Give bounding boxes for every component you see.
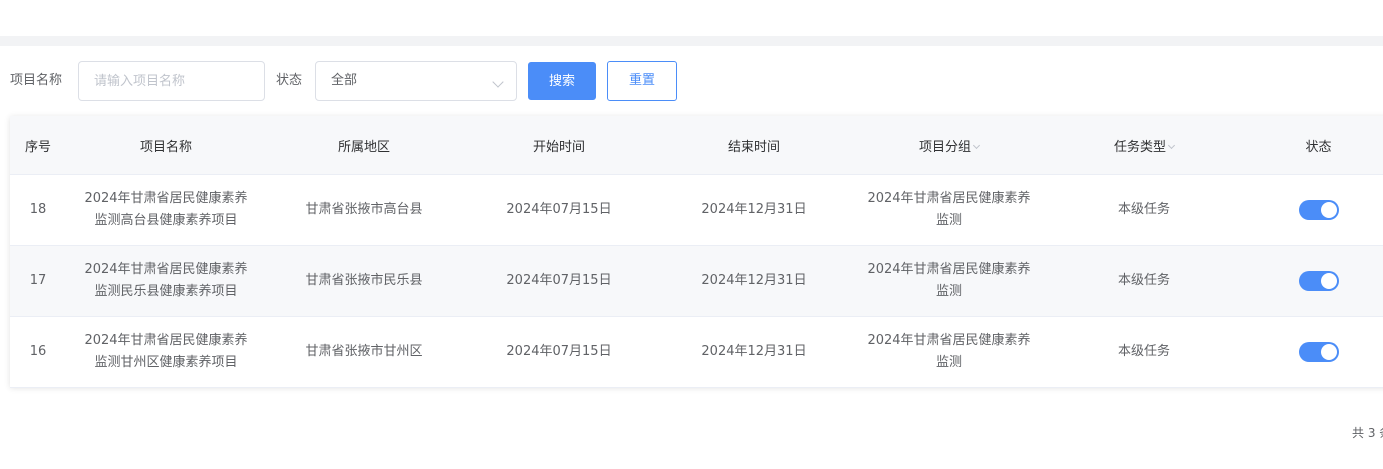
cell-end-time: 2024年12月31日 — [656, 316, 852, 388]
cell-task-type: 本级任务 — [1046, 174, 1242, 246]
cell-status — [1242, 174, 1383, 246]
toggle-knob — [1320, 201, 1337, 218]
project-group-line: 2024年甘肃省居民健康素养 — [867, 191, 1031, 206]
search-button[interactable]: 搜索 — [528, 62, 596, 100]
cell-index: 17 — [10, 245, 66, 317]
status-toggle[interactable] — [1298, 199, 1339, 220]
cell-project-name: 2024年甘肃省居民健康素养 监测民乐县健康素养项目 — [66, 245, 266, 317]
cell-start-time: 2024年07月15日 — [462, 245, 656, 317]
chevron-down-icon — [972, 141, 981, 149]
cell-start-time: 2024年07月15日 — [462, 174, 656, 246]
project-name-line: 2024年甘肃省居民健康素养 — [84, 333, 248, 348]
project-group-line: 2024年甘肃省居民健康素养 — [867, 262, 1031, 277]
project-group-line: 2024年甘肃省居民健康素养 — [867, 333, 1031, 348]
cell-project-name: 2024年甘肃省居民健康素养 监测甘州区健康素养项目 — [66, 316, 266, 388]
reset-button[interactable]: 重置 — [607, 61, 677, 101]
project-name-line: 监测民乐县健康素养项目 — [94, 284, 238, 299]
chevron-down-icon — [492, 76, 504, 88]
project-group-line: 监测 — [935, 213, 962, 228]
cell-region: 甘肃省张掖市高台县 — [266, 174, 462, 246]
project-name-input[interactable] — [94, 62, 254, 100]
table-row: 18 2024年甘肃省居民健康素养 监测高台县健康素养项目 甘肃省张掖市高台县 2… — [10, 174, 1383, 246]
header-end-time: 结束时间 — [656, 116, 852, 175]
project-name-line: 2024年甘肃省居民健康素养 — [84, 191, 248, 206]
status-select-value: 全部 — [331, 73, 358, 88]
project-name-line: 监测高台县健康素养项目 — [94, 213, 238, 228]
cell-task-type: 本级任务 — [1046, 245, 1242, 317]
project-group-line: 监测 — [935, 355, 962, 370]
cell-project-name: 2024年甘肃省居民健康素养 监测高台县健康素养项目 — [66, 174, 266, 246]
cell-project-group: 2024年甘肃省居民健康素养 监测 — [852, 316, 1046, 388]
header-task-type-label: 任务类型 — [1113, 139, 1166, 155]
cell-task-type: 本级任务 — [1046, 316, 1242, 388]
header-region: 所属地区 — [266, 116, 462, 175]
header-project-group-label: 项目分组 — [918, 139, 971, 155]
project-name-line: 监测甘州区健康素养项目 — [94, 355, 238, 370]
table-header-row: 序号 项目名称 所属地区 开始时间 结束时间 项目分组 任务类型 状态 — [10, 116, 1383, 175]
cell-project-group: 2024年甘肃省居民健康素养 监测 — [852, 245, 1046, 317]
project-table: 序号 项目名称 所属地区 开始时间 结束时间 项目分组 任务类型 状态 18 2… — [10, 116, 1383, 388]
cell-region: 甘肃省张掖市甘州区 — [266, 316, 462, 388]
table-row: 16 2024年甘肃省居民健康素养 监测甘州区健康素养项目 甘肃省张掖市甘州区 2… — [10, 316, 1383, 388]
cell-end-time: 2024年12月31日 — [656, 174, 852, 246]
top-blank-area — [0, 0, 1383, 36]
table-row: 17 2024年甘肃省居民健康素养 监测民乐县健康素养项目 甘肃省张掖市民乐县 2… — [10, 245, 1383, 317]
toggle-knob — [1320, 272, 1337, 289]
cell-project-group: 2024年甘肃省居民健康素养 监测 — [852, 174, 1046, 246]
status-toggle[interactable] — [1298, 341, 1339, 362]
status-toggle[interactable] — [1298, 270, 1339, 291]
chevron-down-icon — [1167, 141, 1176, 149]
toggle-knob — [1320, 343, 1337, 360]
header-start-time: 开始时间 — [462, 116, 656, 175]
filter-bar: 项目名称 状态 全部 搜索 重置 — [0, 46, 1383, 114]
pagination-total: 共 3 条 — [1352, 426, 1383, 440]
cell-index: 18 — [10, 174, 66, 246]
cell-start-time: 2024年07月15日 — [462, 316, 656, 388]
project-name-label: 项目名称 — [10, 73, 63, 88]
cell-status — [1242, 316, 1383, 388]
cell-end-time: 2024年12月31日 — [656, 245, 852, 317]
project-name-input-wrapper — [78, 61, 265, 101]
header-project-name: 项目名称 — [66, 116, 266, 175]
cell-index: 16 — [10, 316, 66, 388]
header-project-group[interactable]: 项目分组 — [852, 116, 1046, 175]
header-index: 序号 — [10, 116, 66, 175]
cell-region: 甘肃省张掖市民乐县 — [266, 245, 462, 317]
header-task-type[interactable]: 任务类型 — [1046, 116, 1242, 175]
status-select[interactable]: 全部 — [315, 61, 517, 101]
project-group-line: 监测 — [935, 284, 962, 299]
project-name-line: 2024年甘肃省居民健康素养 — [84, 262, 248, 277]
cell-status — [1242, 245, 1383, 317]
status-label: 状态 — [276, 73, 303, 88]
header-status: 状态 — [1242, 116, 1383, 175]
section-divider — [0, 36, 1383, 46]
